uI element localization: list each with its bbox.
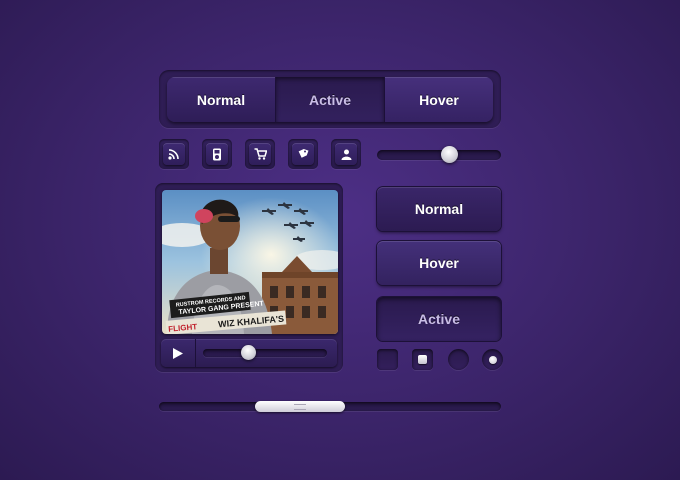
play-icon bbox=[173, 347, 183, 359]
progress-track[interactable] bbox=[203, 349, 327, 357]
album-cover: RUSTROM RECORDS AND TAYLOR GANG PRESENT … bbox=[162, 190, 338, 334]
grip-icon bbox=[293, 403, 306, 410]
checkbox-unchecked[interactable] bbox=[377, 349, 398, 370]
tag-icon bbox=[298, 148, 309, 158]
checkbox-checked[interactable] bbox=[412, 349, 433, 370]
radio-selected[interactable] bbox=[482, 349, 503, 370]
check-mark-icon bbox=[418, 355, 427, 364]
active-button[interactable]: Active bbox=[377, 297, 501, 341]
button-label: Normal bbox=[414, 201, 464, 217]
segmented-control: Normal Active Hover bbox=[167, 77, 493, 122]
volume-slider-knob[interactable] bbox=[441, 146, 459, 163]
ipod-button[interactable] bbox=[202, 139, 232, 169]
segment-label: Hover bbox=[419, 91, 459, 108]
ipod-icon bbox=[213, 148, 221, 160]
volume-slider-track[interactable] bbox=[377, 150, 501, 160]
radio-unselected[interactable] bbox=[448, 349, 469, 370]
scrollbar-thumb[interactable] bbox=[254, 401, 345, 412]
hover-button[interactable]: Hover bbox=[377, 241, 501, 285]
play-button[interactable] bbox=[161, 339, 196, 367]
segment-normal[interactable]: Normal bbox=[167, 77, 276, 122]
segment-active[interactable]: Active bbox=[276, 77, 385, 122]
button-label: Active bbox=[417, 311, 461, 327]
user-button[interactable] bbox=[331, 139, 361, 169]
rss-button[interactable] bbox=[159, 139, 189, 169]
rss-icon bbox=[168, 149, 179, 160]
segment-hover[interactable]: Hover bbox=[385, 77, 493, 122]
normal-button[interactable]: Normal bbox=[377, 187, 501, 231]
segment-label: Normal bbox=[196, 91, 246, 108]
button-label: Hover bbox=[419, 255, 459, 271]
segment-label: Active bbox=[308, 91, 352, 108]
cart-button[interactable] bbox=[245, 139, 275, 169]
radio-dot-icon bbox=[488, 355, 497, 364]
cart-icon bbox=[254, 148, 267, 160]
user-icon bbox=[341, 149, 351, 160]
tag-button[interactable] bbox=[288, 139, 318, 169]
album-art-image: RUSTROM RECORDS AND TAYLOR GANG PRESENT … bbox=[162, 190, 338, 334]
